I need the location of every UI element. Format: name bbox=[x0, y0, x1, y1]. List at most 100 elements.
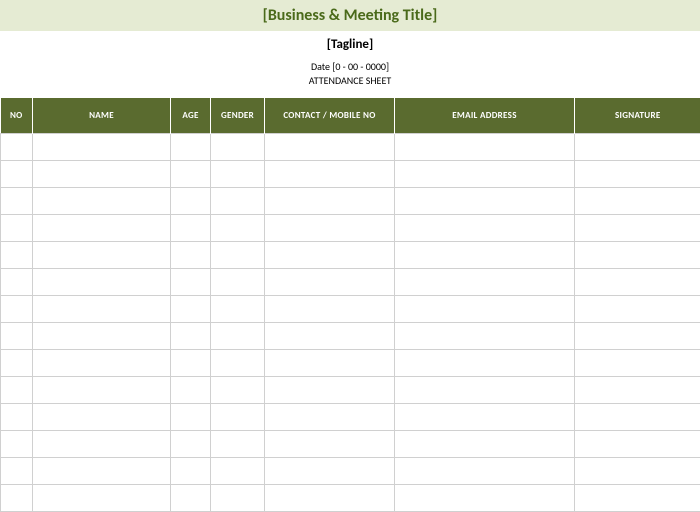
table-cell bbox=[1, 350, 33, 377]
col-header-no: NO bbox=[1, 98, 33, 134]
table-cell bbox=[211, 161, 265, 188]
table-cell bbox=[33, 161, 171, 188]
table-cell bbox=[265, 134, 395, 161]
meta-block: Date [0 - 00 - 0000] ATTENDANCE SHEET bbox=[0, 54, 700, 98]
table-row bbox=[1, 377, 700, 404]
table-row bbox=[1, 188, 700, 215]
table-cell bbox=[33, 485, 171, 512]
table-row bbox=[1, 161, 700, 188]
table-cell bbox=[1, 458, 33, 485]
table-cell bbox=[33, 458, 171, 485]
table-row bbox=[1, 404, 700, 431]
table-cell bbox=[211, 242, 265, 269]
table-cell bbox=[265, 323, 395, 350]
table-cell bbox=[33, 269, 171, 296]
table-cell bbox=[171, 161, 211, 188]
table-cell bbox=[395, 431, 575, 458]
table-cell bbox=[171, 323, 211, 350]
table-cell bbox=[211, 431, 265, 458]
table-row bbox=[1, 269, 700, 296]
table-cell bbox=[265, 242, 395, 269]
col-header-gender: GENDER bbox=[211, 98, 265, 134]
table-cell bbox=[1, 404, 33, 431]
table-cell bbox=[171, 269, 211, 296]
table-cell bbox=[1, 134, 33, 161]
table-cell bbox=[171, 350, 211, 377]
table-cell bbox=[1, 215, 33, 242]
table-cell bbox=[1, 377, 33, 404]
table-row bbox=[1, 485, 700, 512]
table-cell bbox=[265, 269, 395, 296]
table-cell bbox=[395, 458, 575, 485]
table-cell bbox=[171, 215, 211, 242]
table-body bbox=[1, 134, 700, 512]
table-cell bbox=[575, 485, 700, 512]
table-cell bbox=[171, 188, 211, 215]
table-cell bbox=[171, 377, 211, 404]
table-row bbox=[1, 296, 700, 323]
table-cell bbox=[171, 485, 211, 512]
table-cell bbox=[1, 161, 33, 188]
table-cell bbox=[575, 431, 700, 458]
table-cell bbox=[211, 134, 265, 161]
table-cell bbox=[211, 377, 265, 404]
table-row bbox=[1, 242, 700, 269]
table-cell bbox=[171, 431, 211, 458]
sheet-label: ATTENDANCE SHEET bbox=[0, 74, 700, 88]
table-row bbox=[1, 431, 700, 458]
table-cell bbox=[33, 215, 171, 242]
table-cell bbox=[265, 458, 395, 485]
title-band: [Business & Meeting Title] bbox=[0, 0, 700, 31]
table-cell bbox=[211, 458, 265, 485]
table-cell bbox=[171, 404, 211, 431]
table-cell bbox=[395, 134, 575, 161]
table-cell bbox=[265, 485, 395, 512]
table-cell bbox=[1, 485, 33, 512]
table-cell bbox=[575, 161, 700, 188]
table-cell bbox=[211, 188, 265, 215]
table-cell bbox=[1, 242, 33, 269]
table-row bbox=[1, 134, 700, 161]
table-cell bbox=[33, 350, 171, 377]
col-header-age: AGE bbox=[171, 98, 211, 134]
table-cell bbox=[171, 242, 211, 269]
table-row bbox=[1, 458, 700, 485]
table-cell bbox=[211, 350, 265, 377]
table-cell bbox=[33, 242, 171, 269]
table-cell bbox=[33, 431, 171, 458]
table-cell bbox=[575, 269, 700, 296]
table-cell bbox=[1, 323, 33, 350]
col-header-email: EMAIL ADDRESS bbox=[395, 98, 575, 134]
table-cell bbox=[211, 404, 265, 431]
table-cell bbox=[395, 404, 575, 431]
table-cell bbox=[33, 323, 171, 350]
table-cell bbox=[395, 269, 575, 296]
table-cell bbox=[395, 377, 575, 404]
table-cell bbox=[395, 485, 575, 512]
attendance-table: NO NAME AGE GENDER CONTACT / MOBILE NO E… bbox=[0, 98, 700, 512]
table-cell bbox=[211, 323, 265, 350]
table-cell bbox=[211, 269, 265, 296]
table-cell bbox=[33, 296, 171, 323]
date-line: Date [0 - 00 - 0000] bbox=[0, 60, 700, 74]
table-cell bbox=[33, 404, 171, 431]
table-cell bbox=[265, 161, 395, 188]
table-cell bbox=[1, 269, 33, 296]
table-cell bbox=[33, 134, 171, 161]
table-cell bbox=[171, 458, 211, 485]
table-cell bbox=[575, 242, 700, 269]
col-header-contact: CONTACT / MOBILE NO bbox=[265, 98, 395, 134]
table-cell bbox=[395, 323, 575, 350]
table-cell bbox=[395, 161, 575, 188]
table-cell bbox=[211, 485, 265, 512]
table-cell bbox=[575, 458, 700, 485]
table-header-row: NO NAME AGE GENDER CONTACT / MOBILE NO E… bbox=[1, 98, 700, 134]
table-cell bbox=[575, 296, 700, 323]
table-cell bbox=[575, 404, 700, 431]
tagline: [Tagline] bbox=[0, 31, 700, 54]
table-cell bbox=[1, 188, 33, 215]
table-row bbox=[1, 323, 700, 350]
col-header-signature: SIGNATURE bbox=[575, 98, 700, 134]
table-cell bbox=[211, 215, 265, 242]
table-row bbox=[1, 350, 700, 377]
